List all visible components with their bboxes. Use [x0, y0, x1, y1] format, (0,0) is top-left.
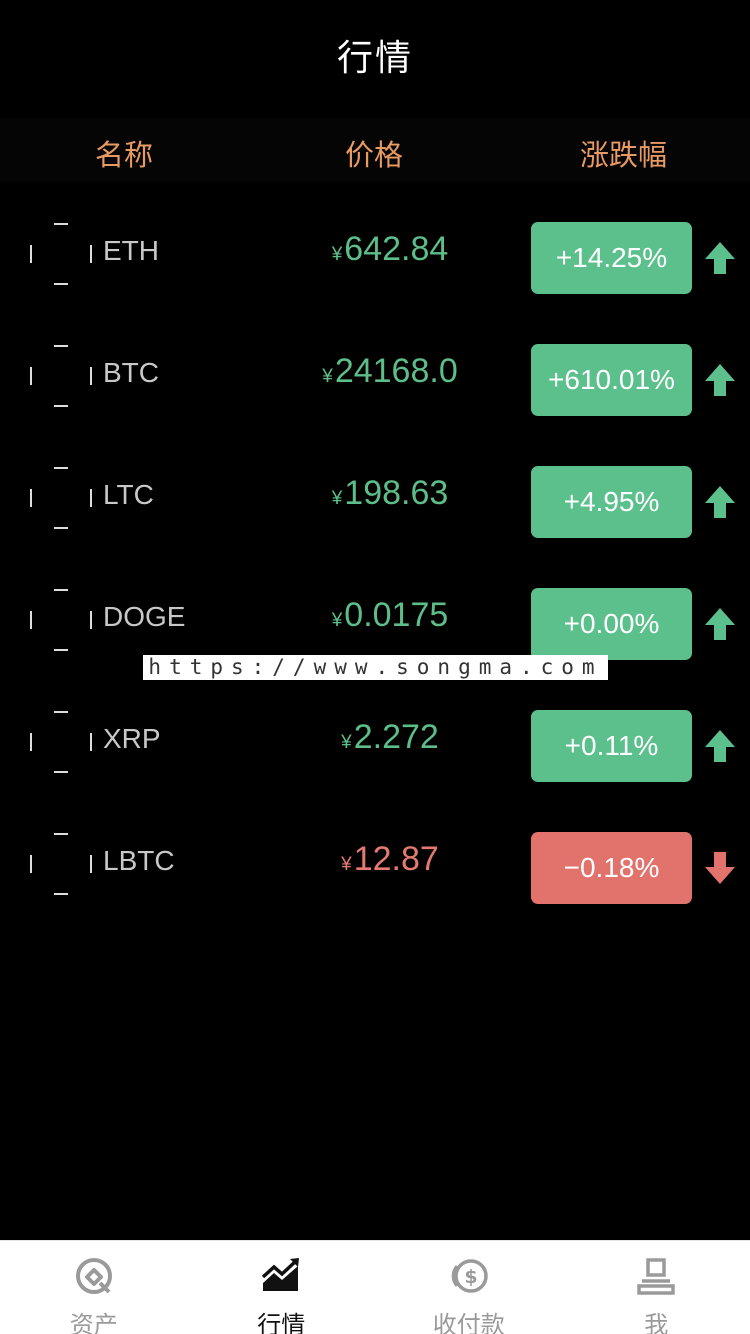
market-row-ltc[interactable]: LTC ¥198.63 +4.95% — [0, 434, 750, 556]
price-value: 198.63 — [344, 474, 449, 512]
header-change: 涨跌幅 — [580, 138, 668, 172]
currency-symbol: ¥ — [331, 610, 343, 631]
svg-text:$: $ — [464, 1266, 477, 1288]
tab-assets[interactable]: 资产 — [0, 1241, 188, 1334]
market-row-xrp[interactable]: XRP ¥2.272 +0.11% — [0, 678, 750, 800]
price-value: 2.272 — [353, 718, 439, 756]
arrow-up-icon — [705, 364, 735, 396]
price-value: 12.87 — [353, 840, 439, 878]
market-list: ETH ¥642.84 +14.25% BTC ¥24168.0 +610.01… — [0, 190, 750, 922]
coin-name: BTC — [103, 357, 159, 388]
coin-name: DOGE — [103, 601, 186, 632]
currency-symbol: ¥ — [322, 366, 333, 387]
coin-price: ¥2.272 — [270, 718, 510, 757]
change-badge: +610.01% — [531, 344, 692, 416]
market-page: 行情 名称 价格 涨跌幅 ETH ¥642.84 +14.25% BTC ¥24… — [0, 0, 750, 1334]
change-badge: +0.11% — [531, 710, 692, 782]
change-badge: +0.00% — [531, 588, 692, 660]
arrow-up-icon — [705, 242, 735, 274]
coin-name: XRP — [103, 723, 161, 754]
price-value: 24168.0 — [334, 352, 458, 390]
tab-label: 我 — [644, 1311, 669, 1334]
payment-icon: $ — [451, 1259, 488, 1293]
arrow-up-icon — [705, 608, 735, 640]
coin-icon — [30, 467, 92, 529]
coin-name: LTC — [103, 479, 154, 510]
tab-label: 收付款 — [432, 1311, 505, 1334]
price-value: 642.84 — [344, 230, 449, 268]
change-badge: +14.25% — [531, 222, 692, 294]
assets-icon — [75, 1258, 112, 1294]
tab-label: 行情 — [257, 1311, 306, 1334]
market-icon — [262, 1258, 300, 1291]
currency-symbol: ¥ — [331, 244, 343, 265]
watermark-banner: https://www.songma.com — [143, 655, 608, 680]
coin-price: ¥0.0175 — [270, 596, 510, 635]
coin-price: ¥642.84 — [270, 230, 510, 269]
price-value: 0.0175 — [344, 596, 449, 634]
coin-icon — [30, 833, 92, 895]
market-row-btc[interactable]: BTC ¥24168.0 +610.01% — [0, 312, 750, 434]
column-header: 名称 价格 涨跌幅 — [0, 118, 750, 182]
navbar: 行情 — [0, 0, 750, 110]
coin-price: ¥198.63 — [270, 474, 510, 513]
header-name: 名称 — [95, 138, 154, 172]
page-title: 行情 — [336, 38, 413, 79]
profile-icon — [637, 1258, 675, 1295]
arrow-up-icon — [705, 730, 735, 762]
arrow-up-icon — [705, 486, 735, 518]
coin-price: ¥24168.0 — [270, 352, 510, 391]
coin-icon — [30, 711, 92, 773]
change-badge: +4.95% — [531, 466, 692, 538]
tab-market[interactable]: 行情 — [188, 1241, 376, 1334]
header-price: 价格 — [345, 138, 404, 172]
coin-name: LBTC — [103, 845, 175, 876]
market-row-eth[interactable]: ETH ¥642.84 +14.25% — [0, 190, 750, 312]
arrow-down-icon — [705, 852, 735, 884]
currency-symbol: ¥ — [331, 488, 343, 509]
coin-icon — [30, 223, 92, 285]
coin-icon — [30, 345, 92, 407]
coin-icon — [30, 589, 92, 651]
tab-bar: 资产 行情 $ 收付款 我 — [0, 1240, 750, 1334]
coin-name: ETH — [103, 235, 159, 266]
market-row-lbtc[interactable]: LBTC ¥12.87 −0.18% — [0, 800, 750, 922]
currency-symbol: ¥ — [341, 854, 352, 875]
coin-price: ¥12.87 — [270, 840, 510, 879]
tab-profile[interactable]: 我 — [563, 1241, 750, 1334]
currency-symbol: ¥ — [341, 732, 352, 753]
change-badge: −0.18% — [531, 832, 692, 904]
tab-payment[interactable]: $ 收付款 — [375, 1241, 563, 1334]
tab-label: 资产 — [69, 1311, 118, 1334]
